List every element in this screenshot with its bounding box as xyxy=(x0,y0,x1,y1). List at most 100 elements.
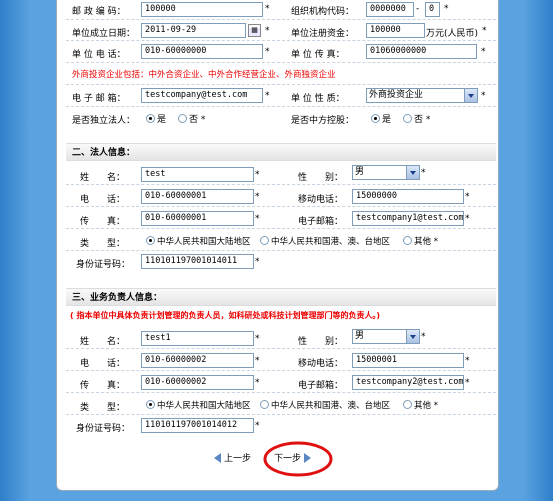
row-divider xyxy=(66,250,496,251)
radio-icon[interactable] xyxy=(178,114,187,123)
registered-capital-input[interactable]: 100000 xyxy=(366,23,425,38)
org-code-input[interactable]: 0000000 xyxy=(366,2,414,17)
legal-mobile-label: 移动电话： xyxy=(298,195,344,205)
required-mark: * xyxy=(482,26,487,36)
business-email-input[interactable]: testcompany2@test.com xyxy=(352,375,464,390)
required-mark: * xyxy=(255,421,260,431)
required-mark: * xyxy=(255,170,260,180)
required-mark: * xyxy=(433,401,438,411)
independent-legal-label: 是否独立法人： xyxy=(72,116,136,126)
business-fax-input[interactable]: 010-60000002 xyxy=(141,375,254,390)
business-type-other-option[interactable]: 其他 * xyxy=(403,399,438,411)
required-mark: * xyxy=(255,257,260,267)
business-id-label: 身份证号码： xyxy=(76,424,131,434)
required-mark: * xyxy=(255,334,260,344)
row-divider xyxy=(66,62,496,63)
prev-step-label: 上一步 xyxy=(224,454,252,464)
legal-email-label: 电子邮箱： xyxy=(298,217,344,227)
established-date-input[interactable]: 2011-09-29 xyxy=(141,23,246,38)
no-label: 否 xyxy=(414,115,424,125)
row-divider xyxy=(66,40,496,41)
unit-fax-label: 单 位 传 真： xyxy=(291,50,345,60)
radio-icon[interactable] xyxy=(260,400,269,409)
org-code-check-input[interactable]: 0 xyxy=(425,2,440,17)
calendar-icon[interactable]: ▦ xyxy=(248,24,261,37)
arrow-left-icon xyxy=(214,453,221,463)
unit-nature-label: 单 位 性 质： xyxy=(291,94,345,104)
chinese-control-yes-option[interactable]: 是 xyxy=(371,112,391,125)
required-mark: * xyxy=(465,214,470,224)
legal-email-input[interactable]: testcompany1@test.com xyxy=(352,211,464,226)
option-label: 中华人民共和国大陆地区 xyxy=(157,237,251,247)
required-mark: * xyxy=(465,192,470,202)
radio-icon[interactable] xyxy=(403,400,412,409)
unit-fax-input[interactable]: 01060000000 xyxy=(366,44,477,59)
chevron-down-icon[interactable] xyxy=(406,166,419,179)
postal-code-input[interactable]: 100000 xyxy=(141,2,263,17)
unit-phone-input[interactable]: 010-60000000 xyxy=(141,44,263,59)
legal-phone-input[interactable]: 010-60000001 xyxy=(141,189,254,204)
required-mark: * xyxy=(465,378,470,388)
option-label: 其他 xyxy=(414,237,432,247)
legal-type-hkmt-option[interactable]: 中华人民共和国港、澳、台地区 xyxy=(260,235,390,247)
prev-step-button[interactable]: 上一步 xyxy=(214,451,251,467)
required-mark: * xyxy=(425,115,431,125)
business-mobile-label: 移动电话： xyxy=(298,359,344,369)
required-mark: * xyxy=(421,332,426,342)
required-mark: * xyxy=(265,4,270,14)
chinese-control-no-option[interactable]: 否 * xyxy=(403,112,430,125)
row-divider xyxy=(66,414,496,415)
unit-phone-label: 单 位 电 话： xyxy=(72,50,126,60)
legal-id-label: 身份证号码： xyxy=(76,260,131,270)
legal-id-input[interactable]: 110101197001014011 xyxy=(141,254,254,269)
unit-nature-select[interactable]: 外商投资企业 xyxy=(366,88,478,103)
business-gender-select[interactable]: 男 xyxy=(352,329,420,344)
legal-fax-input[interactable]: 010-60000001 xyxy=(141,211,254,226)
org-code-dash: - xyxy=(416,4,420,14)
independent-yes-option[interactable]: 是 xyxy=(146,112,166,125)
radio-icon[interactable] xyxy=(146,114,155,123)
business-type-mainland-option[interactable]: 中华人民共和国大陆地区 xyxy=(146,399,251,411)
row-divider xyxy=(66,206,496,207)
radio-icon[interactable] xyxy=(403,236,412,245)
option-label: 中华人民共和国港、澳、台地区 xyxy=(271,237,391,247)
legal-gender-select[interactable]: 男 xyxy=(352,165,420,180)
business-section-header: 三、业务负责人信息： xyxy=(66,288,496,306)
independent-no-option[interactable]: 否 * xyxy=(178,112,205,125)
business-section-note: ( 指本单位中具体负责计划管理的负责人员，如科研处或科技计划管理部门等的负责人。… xyxy=(70,311,381,320)
required-mark: * xyxy=(265,47,270,57)
established-date-label: 单位成立日期： xyxy=(72,29,136,39)
legal-name-input[interactable]: test xyxy=(141,167,254,182)
legal-type-other-option[interactable]: 其他 * xyxy=(403,235,438,247)
yes-label: 是 xyxy=(157,115,167,125)
chevron-down-icon[interactable] xyxy=(406,330,419,343)
legal-type-label: 类 型： xyxy=(80,239,126,249)
business-type-hkmt-option[interactable]: 中华人民共和国港、澳、台地区 xyxy=(260,399,390,411)
option-label: 中华人民共和国港、澳、台地区 xyxy=(271,401,391,411)
radio-icon[interactable] xyxy=(371,114,380,123)
radio-icon[interactable] xyxy=(146,236,155,245)
radio-icon[interactable] xyxy=(260,236,269,245)
capital-unit-text: 万元(人民币) xyxy=(426,29,479,39)
required-mark: * xyxy=(465,356,470,366)
required-mark: * xyxy=(433,237,438,247)
business-name-input[interactable]: test1 xyxy=(141,331,254,346)
legal-section-header: 二、法人信息： xyxy=(66,143,496,161)
unit-email-input[interactable]: testcompany@test.com xyxy=(141,88,263,103)
legal-mobile-input[interactable]: 15000000 xyxy=(352,189,464,204)
radio-icon[interactable] xyxy=(403,114,412,123)
option-label: 中华人民共和国大陆地区 xyxy=(157,401,251,411)
legal-gender-label: 性 别： xyxy=(298,173,344,183)
business-id-input[interactable]: 110101197001014012 xyxy=(141,418,254,433)
row-divider xyxy=(66,84,496,85)
radio-icon[interactable] xyxy=(146,400,155,409)
business-phone-input[interactable]: 010-60000002 xyxy=(141,353,254,368)
legal-fax-label: 传 真： xyxy=(80,217,126,227)
chevron-down-icon[interactable] xyxy=(464,89,477,102)
business-type-label: 类 型： xyxy=(80,403,126,413)
option-label: 其他 xyxy=(414,401,432,411)
legal-type-mainland-option[interactable]: 中华人民共和国大陆地区 xyxy=(146,235,251,247)
org-code-label: 组织机构代码： xyxy=(291,7,355,17)
required-mark: * xyxy=(481,47,486,57)
business-mobile-input[interactable]: 15000001 xyxy=(352,353,464,368)
